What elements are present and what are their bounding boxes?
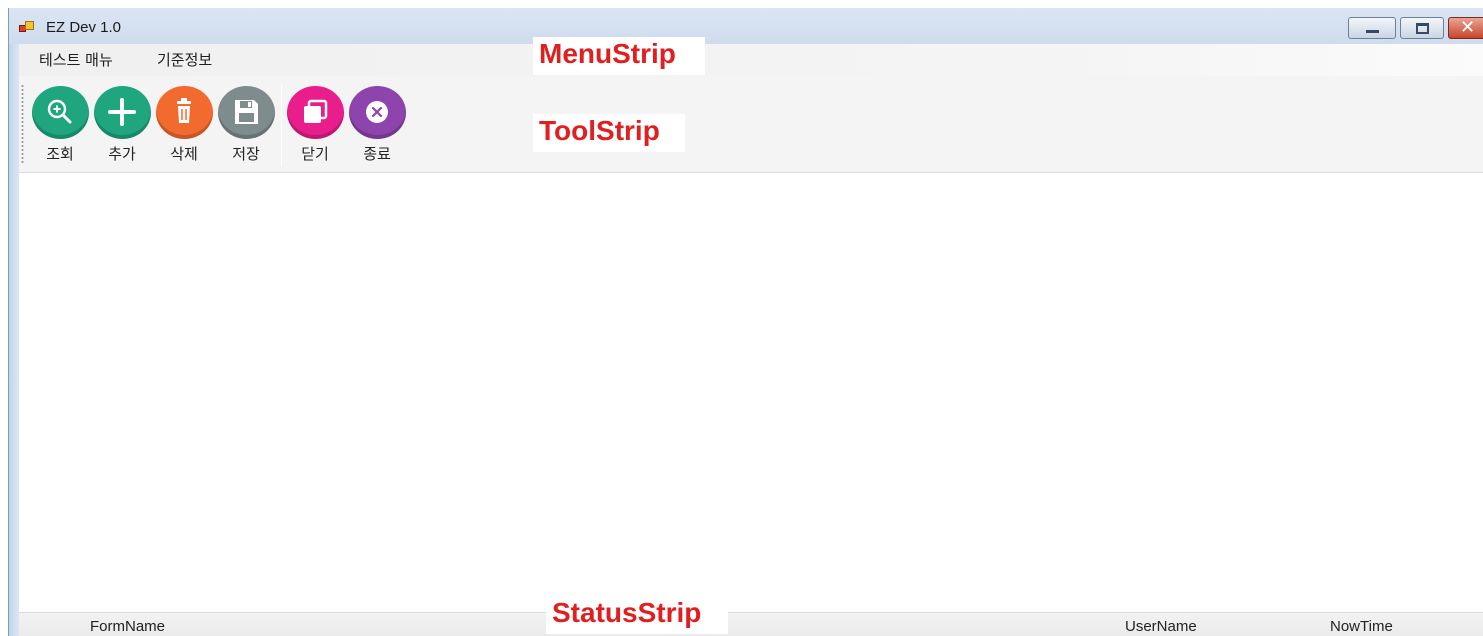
- status-now-time: NowTime: [1330, 618, 1393, 635]
- minimize-button[interactable]: [1348, 17, 1396, 39]
- search-button[interactable]: 조회: [29, 84, 91, 164]
- menu-strip: 테스트 매뉴 기준정보: [19, 44, 1483, 76]
- app-window: EZ Dev 1.0 ✕ 테스트 매뉴 기준정보 조회 추가 삭제 저장 닫기 …: [8, 8, 1483, 636]
- close-form-button[interactable]: 닫기: [284, 84, 346, 164]
- maximize-icon: [1416, 23, 1429, 34]
- search-button-label: 조회: [46, 145, 74, 163]
- close-window-button[interactable]: ✕: [1448, 17, 1483, 39]
- toolstrip-separator: [281, 84, 282, 166]
- menu-item-base-info[interactable]: 기준정보: [155, 49, 214, 70]
- exit-icon: [366, 101, 388, 123]
- status-user-name: UserName: [1125, 618, 1197, 635]
- save-icon: [235, 100, 258, 124]
- exit-button-circle: [349, 86, 406, 139]
- toolstrip-grip[interactable]: [21, 84, 24, 164]
- delete-button[interactable]: 삭제: [153, 84, 215, 164]
- add-button[interactable]: 추가: [91, 84, 153, 164]
- status-strip: FormName UserName NowTime: [19, 612, 1483, 636]
- exit-button-label: 종료: [363, 145, 391, 163]
- delete-button-label: 삭제: [170, 145, 198, 163]
- title-bar[interactable]: EZ Dev 1.0 ✕: [9, 8, 1483, 44]
- add-button-circle: [94, 86, 151, 139]
- save-button[interactable]: 저장: [215, 84, 277, 164]
- status-form-name: FormName: [90, 618, 166, 635]
- add-button-label: 추가: [108, 145, 136, 163]
- minimize-icon: [1366, 30, 1379, 33]
- annotation-menustrip: MenuStrip: [533, 37, 705, 75]
- delete-button-circle: [156, 86, 213, 139]
- exit-button[interactable]: 종료: [346, 84, 408, 164]
- main-content-area: [19, 174, 1483, 612]
- close-icon: ✕: [1460, 17, 1476, 38]
- window-frame-left: [9, 8, 19, 636]
- search-button-circle: [32, 86, 89, 139]
- annotation-toolstrip: ToolStrip: [533, 114, 685, 152]
- window-close-icon: [304, 99, 328, 123]
- window-title: EZ Dev 1.0: [46, 19, 122, 36]
- annotation-statusstrip: StatusStrip: [546, 596, 728, 634]
- close-form-button-label: 닫기: [301, 145, 329, 163]
- close-form-button-circle: [287, 86, 344, 139]
- save-button-circle: [218, 86, 275, 139]
- maximize-button[interactable]: [1400, 17, 1444, 39]
- menu-item-test[interactable]: 테스트 매뉴: [37, 49, 115, 70]
- trash-icon: [177, 98, 191, 123]
- plus-icon: [108, 98, 136, 126]
- save-button-label: 저장: [232, 145, 260, 163]
- windows-app-icon: [19, 21, 35, 35]
- tool-strip: 조회 추가 삭제 저장 닫기 종료: [19, 76, 1483, 173]
- search-zoom-icon: [47, 99, 72, 124]
